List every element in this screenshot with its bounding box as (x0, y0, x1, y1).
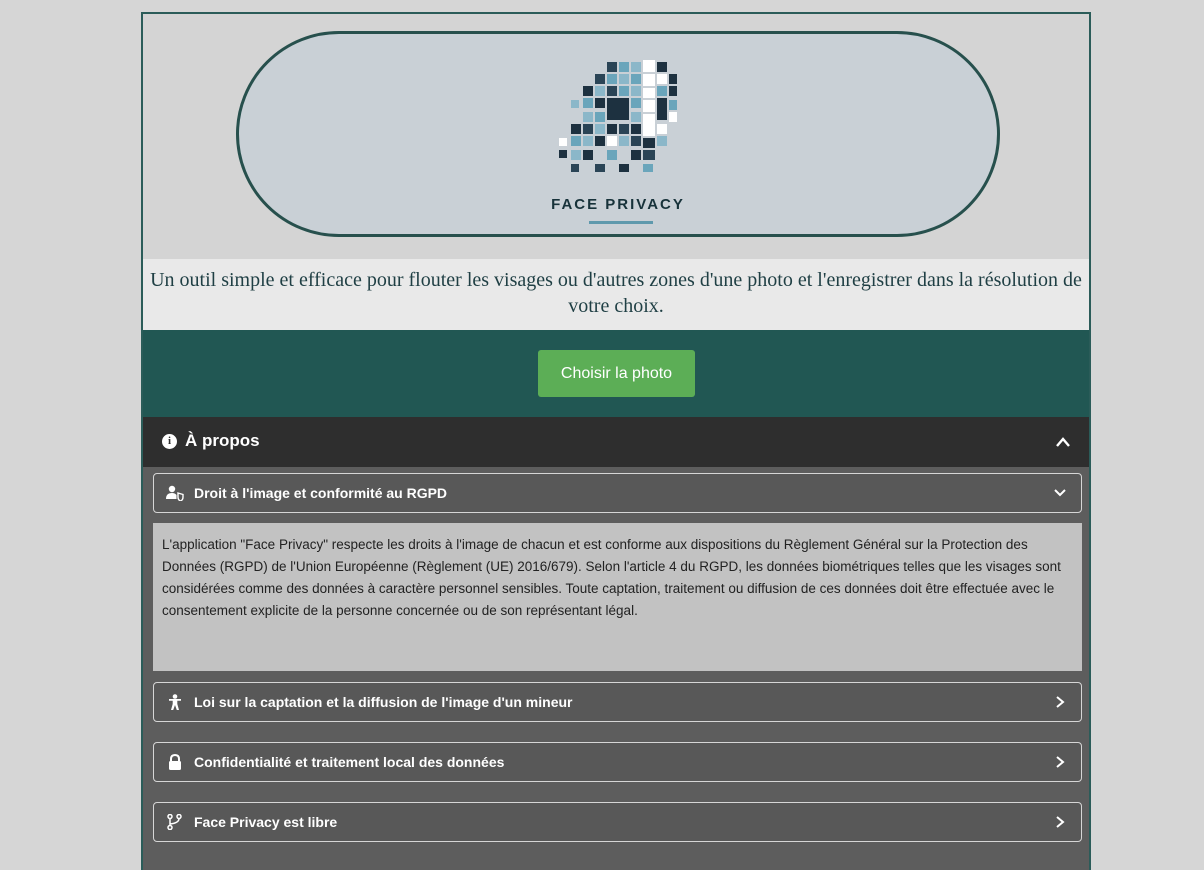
accordion-minor-image-law-label: Loi sur la captation et la diffusion de … (194, 694, 573, 710)
user-shield-icon (166, 485, 184, 501)
brand-underline (589, 221, 653, 224)
info-icon: i (162, 434, 177, 449)
accordion-rgpd-label: Droit à l'image et conformité au RGPD (194, 485, 448, 501)
header: FACE PRIVACY (143, 14, 1089, 259)
accordion-rgpd[interactable]: Droit à l'image et conformité au RGPD (153, 473, 1082, 513)
accordion-rgpd-content: L'application "Face Privacy" respecte le… (153, 523, 1082, 671)
chevron-right-icon (1056, 756, 1065, 768)
about-title: À propos (185, 431, 260, 450)
pixel-face-logo-icon (559, 60, 677, 172)
chevron-down-icon (1054, 489, 1066, 497)
accordion-confidentiality-label: Confidentialité et traitement local des … (194, 754, 505, 770)
accordion-free-software-label: Face Privacy est libre (194, 814, 338, 830)
chevron-right-icon (1056, 696, 1065, 708)
code-branch-icon (167, 814, 182, 830)
accordion-minor-image-law[interactable]: Loi sur la captation et la diffusion de … (153, 682, 1082, 722)
lock-icon (169, 754, 181, 770)
accordion-free-software[interactable]: Face Privacy est libre (153, 802, 1082, 842)
cta-bar: Choisir la photo (143, 330, 1089, 417)
tagline: Un outil simple et efficace pour flouter… (143, 259, 1089, 330)
logo-banner: FACE PRIVACY (236, 31, 1000, 237)
about-header[interactable]: i À propos (143, 417, 1089, 467)
child-icon (169, 694, 181, 710)
app-container: FACE PRIVACY Un outil simple et efficace… (141, 12, 1091, 870)
about-panel: Droit à l'image et conformité au RGPD L'… (143, 467, 1089, 870)
chevron-up-icon (1056, 437, 1070, 447)
brand-wordmark: FACE PRIVACY (551, 196, 685, 213)
accordion-confidentiality[interactable]: Confidentialité et traitement local des … (153, 742, 1082, 782)
choose-photo-button[interactable]: Choisir la photo (538, 350, 695, 397)
chevron-right-icon (1056, 816, 1065, 828)
